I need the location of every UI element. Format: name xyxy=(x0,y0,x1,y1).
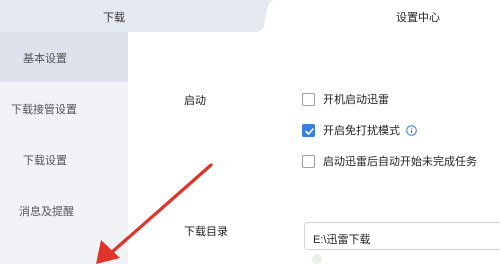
sidebar-item-label: 下载接管设置 xyxy=(11,104,77,116)
sidebar-item-basic-settings[interactable]: 基本设置 xyxy=(0,32,128,82)
resume-tasks-checkbox[interactable] xyxy=(302,154,315,168)
startup-section-label: 启动 xyxy=(184,95,206,107)
sidebar-item-download-settings[interactable]: 下载设置 xyxy=(0,134,128,184)
tab-bar: 下载 设置中心 xyxy=(0,0,500,32)
option-auto-start-on-boot[interactable]: 开机启动迅雷 xyxy=(302,91,389,107)
tab-download-label: 下载 xyxy=(103,12,125,24)
option-do-not-disturb[interactable]: 开启免打扰模式 xyxy=(302,122,417,138)
tab-settings-center-label: 设置中心 xyxy=(396,12,440,24)
partial-option-icon xyxy=(312,254,322,264)
info-icon[interactable] xyxy=(406,124,417,136)
download-directory-label: 下载目录 xyxy=(184,226,228,238)
sidebar-item-download-takeover[interactable]: 下载接管设置 xyxy=(0,83,128,133)
download-directory-input[interactable]: E:\迅雷下载 xyxy=(304,222,500,250)
checkmark-icon xyxy=(305,127,314,135)
sidebar-item-label: 下载设置 xyxy=(23,155,67,167)
auto-start-label: 开机启动迅雷 xyxy=(323,94,389,106)
do-not-disturb-checkbox[interactable] xyxy=(302,123,315,137)
auto-start-checkbox[interactable] xyxy=(302,92,315,106)
resume-tasks-label: 启动迅雷后自动开始未完成任务 xyxy=(323,156,477,168)
sidebar-item-label: 基本设置 xyxy=(23,53,67,65)
do-not-disturb-label: 开启免打扰模式 xyxy=(323,125,400,137)
tab-settings-center[interactable]: 设置中心 xyxy=(264,0,500,32)
sidebar-item-label: 消息及提醒 xyxy=(19,206,74,218)
sidebar-item-notifications[interactable]: 消息及提醒 xyxy=(0,185,128,235)
option-resume-unfinished-tasks[interactable]: 启动迅雷后自动开始未完成任务 xyxy=(302,153,477,169)
tab-download[interactable]: 下载 xyxy=(0,0,232,32)
